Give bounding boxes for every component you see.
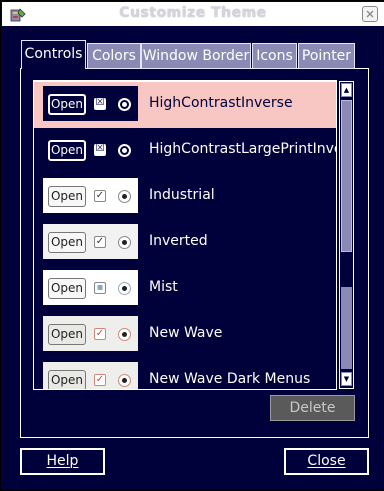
theme-name: Mist xyxy=(149,279,178,295)
preview-open-button: Open xyxy=(48,94,86,115)
theme-preview: Open ☒ xyxy=(43,86,138,121)
theme-name: Inverted xyxy=(149,233,208,249)
theme-preview: Open ✓ xyxy=(43,316,138,351)
theme-row-new-wave-dark-menus[interactable]: Open ✓ New Wave Dark Menus xyxy=(34,358,336,389)
theme-preview: Open ▪ xyxy=(43,270,138,305)
preview-checkbox-icon: ☒ xyxy=(94,97,106,110)
help-button-label: Help xyxy=(46,453,79,469)
preview-open-button: Open xyxy=(48,324,86,345)
preview-radio-icon xyxy=(118,374,131,387)
delete-button[interactable]: Delete xyxy=(270,395,355,421)
preview-radio-icon xyxy=(118,282,131,295)
preview-radio-icon xyxy=(118,98,131,111)
theme-row-highcontrastlargeprintinverse[interactable]: Open ☒ HighContrastLargePrintInver xyxy=(34,128,336,174)
scroll-up-icon[interactable]: ▲ xyxy=(341,83,352,97)
customize-theme-window: Customize Theme Controls Colors Window B… xyxy=(0,0,384,491)
preview-checkbox-icon: ✓ xyxy=(94,328,106,340)
preview-open-button: Open xyxy=(48,278,86,299)
tab-controls[interactable]: Controls xyxy=(21,40,86,69)
preview-open-button: Open xyxy=(48,232,86,253)
preview-checkbox-icon: ✓ xyxy=(94,374,106,386)
scroll-down-icon[interactable]: ▼ xyxy=(341,372,352,386)
scrollbar-track[interactable] xyxy=(341,287,352,369)
close-button[interactable]: Close xyxy=(284,448,369,475)
preview-radio-icon xyxy=(118,236,131,249)
help-button[interactable]: Help xyxy=(20,448,105,475)
preview-radio-icon xyxy=(118,328,131,341)
theme-preview: Open ☒ xyxy=(43,132,138,167)
preview-checkbox-icon: ☒ xyxy=(94,143,106,156)
tab-icons[interactable]: Icons xyxy=(252,43,297,69)
theme-row-mist[interactable]: Open ▪ Mist xyxy=(34,266,336,312)
preview-open-button: Open xyxy=(48,140,86,161)
preview-open-button: Open xyxy=(48,186,86,207)
theme-name: New Wave xyxy=(149,325,223,341)
tab-pointer[interactable]: Pointer xyxy=(298,43,355,69)
theme-list-scrollbar[interactable]: ▲ ▼ xyxy=(339,81,354,389)
preview-checkbox-icon: ✓ xyxy=(94,236,106,248)
preview-open-button: Open xyxy=(48,370,86,389)
title-bar[interactable]: Customize Theme xyxy=(2,2,384,26)
window-title: Customize Theme xyxy=(119,5,267,21)
theme-row-highcontrastinverse[interactable]: Open ☒ HighContrastInverse xyxy=(34,82,336,128)
close-button-label: Close xyxy=(307,453,346,469)
theme-name: HighContrastInverse xyxy=(149,95,293,111)
theme-name: New Wave Dark Menus xyxy=(149,371,311,387)
preview-radio-icon xyxy=(118,144,131,157)
theme-list: Open ☒ HighContrastInverse Open ☒ HighCo… xyxy=(33,80,337,390)
theme-row-industrial[interactable]: Open ✓ Industrial xyxy=(34,174,336,220)
theme-row-new-wave[interactable]: Open ✓ New Wave xyxy=(34,312,336,358)
theme-name: HighContrastLargePrintInver xyxy=(149,141,337,157)
theme-preview: Open ✓ xyxy=(43,362,138,389)
theme-name: Industrial xyxy=(149,187,215,203)
preview-radio-icon xyxy=(118,190,131,203)
theme-row-inverted[interactable]: Open ✓ Inverted xyxy=(34,220,336,266)
preview-checkbox-icon: ✓ xyxy=(94,190,106,202)
tab-window-border[interactable]: Window Border xyxy=(141,43,251,69)
preview-checkbox-icon: ▪ xyxy=(94,282,106,294)
theme-preview: Open ✓ xyxy=(43,178,138,213)
scrollbar-thumb[interactable] xyxy=(341,100,352,252)
theme-preview: Open ✓ xyxy=(43,224,138,259)
window-close-icon[interactable] xyxy=(362,6,378,22)
tab-colors[interactable]: Colors xyxy=(87,43,141,69)
